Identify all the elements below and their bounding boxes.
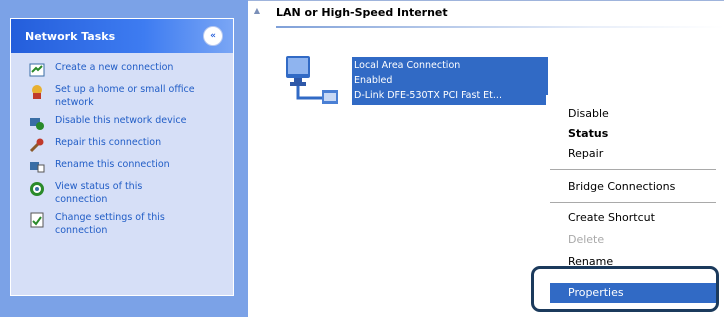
repair-icon (29, 137, 45, 153)
group-divider (276, 26, 724, 28)
task-rename-connection[interactable]: Rename this connection (29, 158, 227, 175)
home-network-icon (29, 84, 45, 100)
task-list: Create a new connection Set up a home or… (11, 53, 233, 237)
menu-separator (550, 169, 716, 170)
task-label: Rename this connection (55, 159, 170, 170)
menu-item-disable[interactable]: Disable (546, 104, 720, 124)
content-top-border (248, 0, 724, 1)
network-connection-icon[interactable] (284, 52, 342, 108)
disable-device-icon (29, 115, 45, 131)
group-header: LAN or High-Speed Internet (276, 6, 448, 19)
task-disable-device[interactable]: Disable this network device (29, 114, 227, 131)
collapse-chevron-icon[interactable]: « (203, 26, 223, 46)
menu-item-bridge-connections[interactable]: Bridge Connections (546, 177, 720, 197)
task-repair-connection[interactable]: Repair this connection (29, 136, 227, 153)
task-view-status[interactable]: View status of this connection (29, 180, 227, 206)
task-pane: Network Tasks « Create a new connection … (0, 0, 248, 317)
view-status-icon (29, 181, 45, 197)
task-label: Disable this network device (55, 115, 187, 126)
task-setup-home-network[interactable]: Set up a home or small office network (29, 83, 227, 109)
network-tasks-panel: Network Tasks « Create a new connection … (10, 18, 234, 296)
scroll-up-icon[interactable]: ▲ (250, 4, 264, 18)
rename-icon (29, 159, 45, 175)
new-connection-icon (29, 62, 45, 78)
menu-item-delete: Delete (568, 233, 605, 246)
menu-item-create-shortcut[interactable]: Create Shortcut (546, 208, 720, 228)
highlight-callout-box (531, 266, 719, 312)
connection-device: D-Link DFE-530TX PCI Fast Et... (354, 90, 502, 101)
task-label: Change settings of this connection (55, 212, 165, 236)
task-change-settings[interactable]: Change settings of this connection (29, 211, 227, 237)
network-tasks-title: Network Tasks (25, 29, 116, 43)
task-create-new-connection[interactable]: Create a new connection (29, 61, 227, 78)
network-tasks-header[interactable]: Network Tasks « (11, 19, 233, 53)
connection-name: Local Area Connection (354, 60, 461, 71)
menu-separator (550, 202, 716, 203)
change-settings-icon (29, 212, 45, 228)
task-label: Repair this connection (55, 137, 162, 148)
connection-label-block[interactable]: Local Area Connection Enabled D-Link DFE… (352, 57, 548, 105)
menu-item-status[interactable]: Status (546, 124, 720, 144)
task-label: Set up a home or small office network (55, 84, 195, 108)
task-label: Create a new connection (55, 62, 174, 73)
connection-status: Enabled (354, 75, 393, 86)
menu-item-repair[interactable]: Repair (546, 144, 720, 164)
task-label: View status of this connection (55, 181, 143, 205)
